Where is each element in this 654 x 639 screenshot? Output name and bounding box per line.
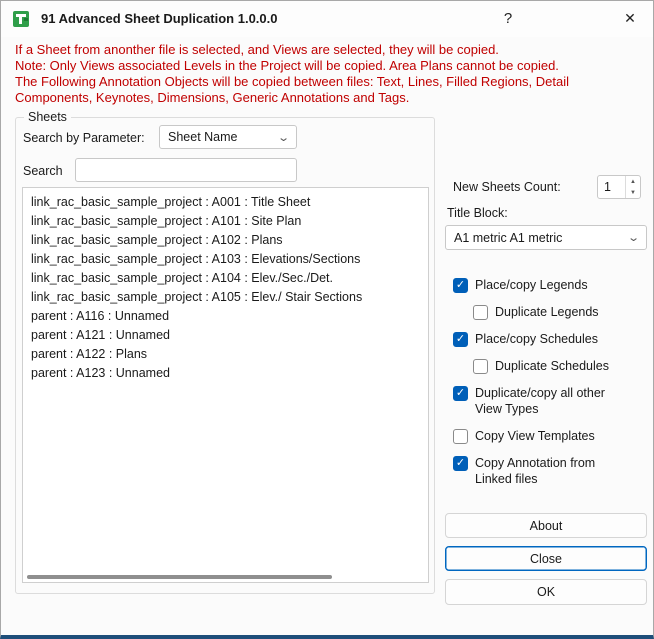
checkbox-duplicate-copy-all-other-view-types[interactable]: ✓ Duplicate/copy all other View Types bbox=[453, 385, 649, 417]
search-input[interactable] bbox=[75, 158, 297, 182]
app-icon bbox=[13, 10, 31, 28]
title-block-label: Title Block: bbox=[447, 206, 508, 220]
sheet-listbox[interactable]: link_rac_basic_sample_project : A001 : T… bbox=[22, 187, 429, 583]
list-item[interactable]: parent : A116 : Unnamed bbox=[23, 306, 428, 325]
notice-line-2: Note: Only Views associated Levels in th… bbox=[15, 58, 559, 73]
close-button[interactable]: Close bbox=[445, 546, 647, 571]
list-item[interactable]: link_rac_basic_sample_project : A101 : S… bbox=[23, 211, 428, 230]
checkbox-label: Copy View Templates bbox=[475, 429, 595, 443]
new-sheets-count-label: New Sheets Count: bbox=[453, 180, 561, 194]
checkbox-duplicate-legends[interactable]: Duplicate Legends bbox=[473, 304, 649, 320]
checkbox-label: Place/copy Schedules bbox=[475, 332, 598, 346]
checkbox-checked-icon: ✓ bbox=[453, 331, 468, 347]
notice-text: If a Sheet from anonther file is selecte… bbox=[15, 42, 645, 106]
list-item[interactable]: link_rac_basic_sample_project : A105 : E… bbox=[23, 287, 428, 306]
checkbox-place-copy-schedules[interactable]: ✓ Place/copy Schedules bbox=[453, 331, 649, 347]
checkbox-checked-icon: ✓ bbox=[453, 455, 468, 471]
list-item[interactable]: parent : A121 : Unnamed bbox=[23, 325, 428, 344]
list-item[interactable]: link_rac_basic_sample_project : A102 : P… bbox=[23, 230, 428, 249]
checkbox-label: Duplicate Legends bbox=[495, 305, 599, 319]
window-close-button[interactable]: ✕ bbox=[609, 1, 651, 36]
checkbox-unchecked-icon bbox=[473, 358, 488, 374]
spinner-up-icon[interactable]: ▲ bbox=[626, 176, 640, 187]
notice-line-3: The Following Annotation Objects will be… bbox=[15, 74, 570, 105]
parameter-dropdown-value: Sheet Name bbox=[168, 130, 238, 144]
checkbox-label: Duplicate/copy all other View Types bbox=[475, 386, 605, 416]
title-bar: 91 Advanced Sheet Duplication 1.0.0.0 ? … bbox=[1, 1, 653, 37]
help-button[interactable]: ? bbox=[487, 1, 529, 36]
horizontal-scrollbar[interactable] bbox=[25, 574, 426, 580]
list-item[interactable]: link_rac_basic_sample_project : A001 : T… bbox=[23, 192, 428, 211]
chevron-down-icon: ⌄ bbox=[626, 232, 640, 244]
title-block-dropdown[interactable]: A1 metric A1 metric ⌄ bbox=[445, 225, 647, 250]
parameter-dropdown[interactable]: Sheet Name ⌄ bbox=[159, 125, 297, 149]
new-sheets-count-spinner[interactable]: 1 ▲ ▼ bbox=[597, 175, 641, 199]
sheet-list: link_rac_basic_sample_project : A001 : T… bbox=[23, 192, 428, 382]
checkbox-unchecked-icon bbox=[473, 304, 488, 320]
list-item[interactable]: link_rac_basic_sample_project : A103 : E… bbox=[23, 249, 428, 268]
ok-button[interactable]: OK bbox=[445, 579, 647, 605]
checkbox-place-copy-legends[interactable]: ✓ Place/copy Legends bbox=[453, 277, 649, 293]
search-label: Search bbox=[23, 164, 63, 178]
checkbox-label: Place/copy Legends bbox=[475, 278, 588, 292]
chevron-down-icon: ⌄ bbox=[276, 131, 290, 144]
checkbox-unchecked-icon bbox=[453, 428, 468, 444]
notice-line-1: If a Sheet from anonther file is selecte… bbox=[15, 42, 499, 57]
checkbox-checked-icon: ✓ bbox=[453, 277, 468, 293]
title-block-dropdown-value: A1 metric A1 metric bbox=[454, 230, 563, 245]
checkbox-list: ✓ Place/copy Legends Duplicate Legends ✓ Pla… bbox=[453, 277, 649, 487]
checkbox-duplicate-schedules[interactable]: Duplicate Schedules bbox=[473, 358, 649, 374]
scrollbar-thumb[interactable] bbox=[27, 575, 332, 579]
about-button[interactable]: About bbox=[445, 513, 647, 538]
checkbox-label: Copy Annotation from Linked files bbox=[475, 456, 596, 486]
checkbox-label: Duplicate Schedules bbox=[495, 359, 609, 373]
search-by-parameter-label: Search by Parameter: bbox=[23, 131, 145, 145]
checkbox-copy-view-templates[interactable]: Copy View Templates bbox=[453, 428, 649, 444]
new-sheets-count-value: 1 bbox=[604, 180, 611, 194]
list-item[interactable]: parent : A123 : Unnamed bbox=[23, 363, 428, 382]
checkbox-copy-annotation-from-linked-files[interactable]: ✓ Copy Annotation from Linked files bbox=[453, 455, 649, 487]
checkbox-checked-icon: ✓ bbox=[453, 385, 468, 401]
list-item[interactable]: link_rac_basic_sample_project : A104 : E… bbox=[23, 268, 428, 287]
list-item[interactable]: parent : A122 : Plans bbox=[23, 344, 428, 363]
window-title: 91 Advanced Sheet Duplication 1.0.0.0 bbox=[41, 11, 278, 26]
dialog-window: 91 Advanced Sheet Duplication 1.0.0.0 ? … bbox=[0, 0, 654, 639]
spinner-down-icon[interactable]: ▼ bbox=[626, 187, 640, 198]
spinner-buttons: ▲ ▼ bbox=[625, 176, 640, 198]
sheets-group-title: Sheets bbox=[24, 110, 71, 124]
